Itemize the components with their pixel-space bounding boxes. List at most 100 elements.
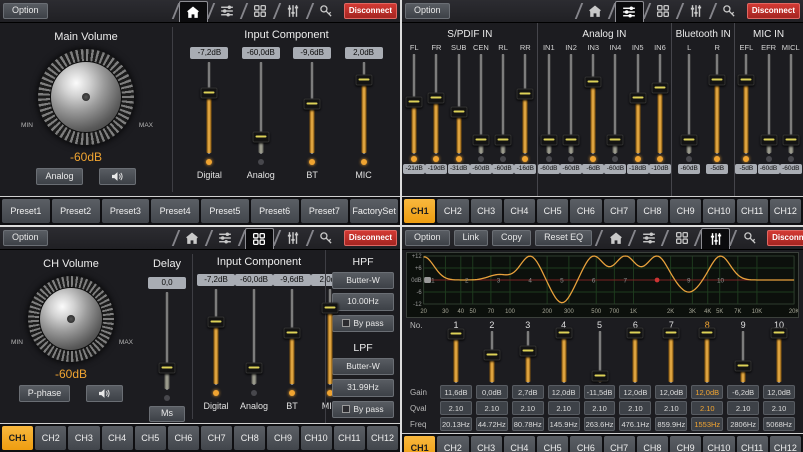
channel-tab-ch1[interactable]: CH1 (404, 436, 435, 452)
mic-slider[interactable] (356, 62, 372, 154)
p-phase-button[interactable]: P-phase (19, 385, 71, 402)
slider-knob[interactable] (450, 107, 467, 118)
rl-slider[interactable] (495, 54, 511, 154)
band-10-qval-value[interactable]: 2.10 (763, 401, 795, 415)
slider-knob[interactable] (585, 77, 602, 88)
channel-tab-ch6[interactable]: CH6 (570, 436, 601, 452)
in3-slider[interactable] (585, 54, 601, 154)
channel-tab-ch1[interactable]: CH1 (404, 199, 435, 223)
channel-tab-ch12[interactable]: CH12 (770, 436, 801, 452)
channel-tab-ch5[interactable]: CH5 (537, 436, 568, 452)
band-7-qval-value[interactable]: 2.10 (655, 401, 687, 415)
channel-tab-ch3[interactable]: CH3 (471, 199, 502, 223)
band-7-slider[interactable] (663, 331, 679, 383)
channel-tab-ch7[interactable]: CH7 (604, 199, 635, 223)
nav-eq-tab[interactable] (701, 228, 730, 249)
nav-mixer-tab[interactable] (635, 228, 662, 248)
nav-key-tab[interactable] (716, 1, 743, 21)
analog-slider[interactable] (246, 289, 262, 385)
band-10-freq-value[interactable]: 5068Hz (763, 417, 795, 431)
slider-knob[interactable] (563, 135, 580, 146)
band-2-gain-value[interactable]: 0,0dB (476, 385, 508, 399)
band-7-gain-value[interactable]: 12,0dB (655, 385, 687, 399)
nav-eq-tab[interactable] (280, 1, 307, 21)
lpf-bypass-button[interactable]: By pass (332, 401, 394, 418)
band-2-slider[interactable] (484, 331, 500, 383)
mute-button[interactable] (86, 385, 123, 402)
cen-slider[interactable] (473, 54, 489, 154)
band-10-slider[interactable] (771, 331, 787, 383)
band-8-freq-value[interactable]: 1553Hz (691, 417, 723, 431)
efr-slider[interactable] (761, 54, 777, 154)
channel-tab-ch4[interactable]: CH4 (504, 436, 535, 452)
slider-knob[interactable] (629, 93, 646, 104)
option-button[interactable]: Option (3, 230, 48, 246)
option-button[interactable]: Option (3, 3, 48, 19)
in1-slider[interactable] (541, 54, 557, 154)
copy-button[interactable]: Copy (492, 230, 531, 246)
reset-eq-button[interactable]: Reset EQ (535, 230, 592, 246)
sub-slider[interactable] (451, 54, 467, 154)
channel-tab-ch4[interactable]: CH4 (102, 426, 133, 450)
band-5-freq-value[interactable]: 263.6Hz (584, 417, 616, 431)
channel-tab-ch2[interactable]: CH2 (437, 436, 468, 452)
slider-knob[interactable] (782, 135, 799, 146)
channel-tab-ch8[interactable]: CH8 (637, 436, 668, 452)
delay-slider[interactable] (159, 292, 175, 390)
slider-knob[interactable] (519, 345, 536, 356)
channel-tab-ch6[interactable]: CH6 (168, 426, 199, 450)
disconnect-button[interactable]: Disconnect (344, 230, 397, 247)
slider-knob[interactable] (252, 132, 269, 143)
preset-tab-preset3[interactable]: Preset3 (102, 199, 150, 223)
preset-tab-preset4[interactable]: Preset4 (151, 199, 199, 223)
nav-matrix-tab[interactable] (245, 228, 274, 249)
slider-knob[interactable] (591, 370, 608, 381)
channel-tab-ch8[interactable]: CH8 (234, 426, 265, 450)
preset-tab-factoryset[interactable]: FactorySet (350, 199, 398, 223)
disconnect-button[interactable]: Disconnect (747, 3, 800, 20)
nav-mixer-tab[interactable] (212, 228, 239, 248)
slider-knob[interactable] (304, 99, 321, 110)
band-2-qval-value[interactable]: 2.10 (476, 401, 508, 415)
nav-mixer-tab[interactable] (214, 1, 241, 21)
slider-knob[interactable] (495, 135, 512, 146)
analog-slider[interactable] (253, 62, 269, 154)
nav-home-tab[interactable] (179, 228, 206, 248)
band-5-slider[interactable] (592, 331, 608, 383)
r-slider[interactable] (709, 54, 725, 154)
rr-slider[interactable] (517, 54, 533, 154)
fr-slider[interactable] (428, 54, 444, 154)
band-4-slider[interactable] (556, 331, 572, 383)
channel-tab-ch10[interactable]: CH10 (301, 426, 332, 450)
band-9-freq-value[interactable]: 2806Hz (727, 417, 759, 431)
option-button[interactable]: Option (405, 3, 450, 19)
slider-knob[interactable] (246, 362, 263, 373)
lpf-type-button[interactable]: Butter-W (332, 358, 394, 375)
mute-button[interactable] (99, 168, 136, 185)
band-8-qval-value[interactable]: 2.10 (691, 401, 723, 415)
channel-tab-ch9[interactable]: CH9 (267, 426, 298, 450)
channel-tab-ch12[interactable]: CH12 (770, 199, 801, 223)
channel-tab-ch3[interactable]: CH3 (68, 426, 99, 450)
slider-knob[interactable] (483, 350, 500, 361)
band-7-freq-value[interactable]: 859.9Hz (655, 417, 687, 431)
slider-knob[interactable] (771, 328, 788, 339)
nav-key-tab[interactable] (736, 228, 763, 248)
link-button[interactable]: Link (454, 230, 489, 246)
digital-slider[interactable] (208, 289, 224, 385)
nav-eq-tab[interactable] (683, 1, 710, 21)
channel-tab-ch2[interactable]: CH2 (437, 199, 468, 223)
nav-matrix-tab[interactable] (668, 228, 695, 248)
band-3-freq-value[interactable]: 80.78Hz (512, 417, 544, 431)
slider-knob[interactable] (699, 328, 716, 339)
band-6-qval-value[interactable]: 2.10 (619, 401, 651, 415)
band-5-gain-value[interactable]: -11,5dB (584, 385, 616, 399)
band-1-qval-value[interactable]: 2.10 (440, 401, 472, 415)
band-6-freq-value[interactable]: 476.1Hz (619, 417, 651, 431)
channel-tab-ch10[interactable]: CH10 (703, 199, 734, 223)
band-3-gain-value[interactable]: 2,7dB (512, 385, 544, 399)
eq-graph[interactable]: 20304050701002003005007001K2K3K4K5K7K10K… (406, 252, 799, 318)
preset-tab-preset1[interactable]: Preset1 (2, 199, 50, 223)
channel-tab-ch11[interactable]: CH11 (737, 436, 768, 452)
band-8-gain-value[interactable]: 12,0dB (691, 385, 723, 399)
